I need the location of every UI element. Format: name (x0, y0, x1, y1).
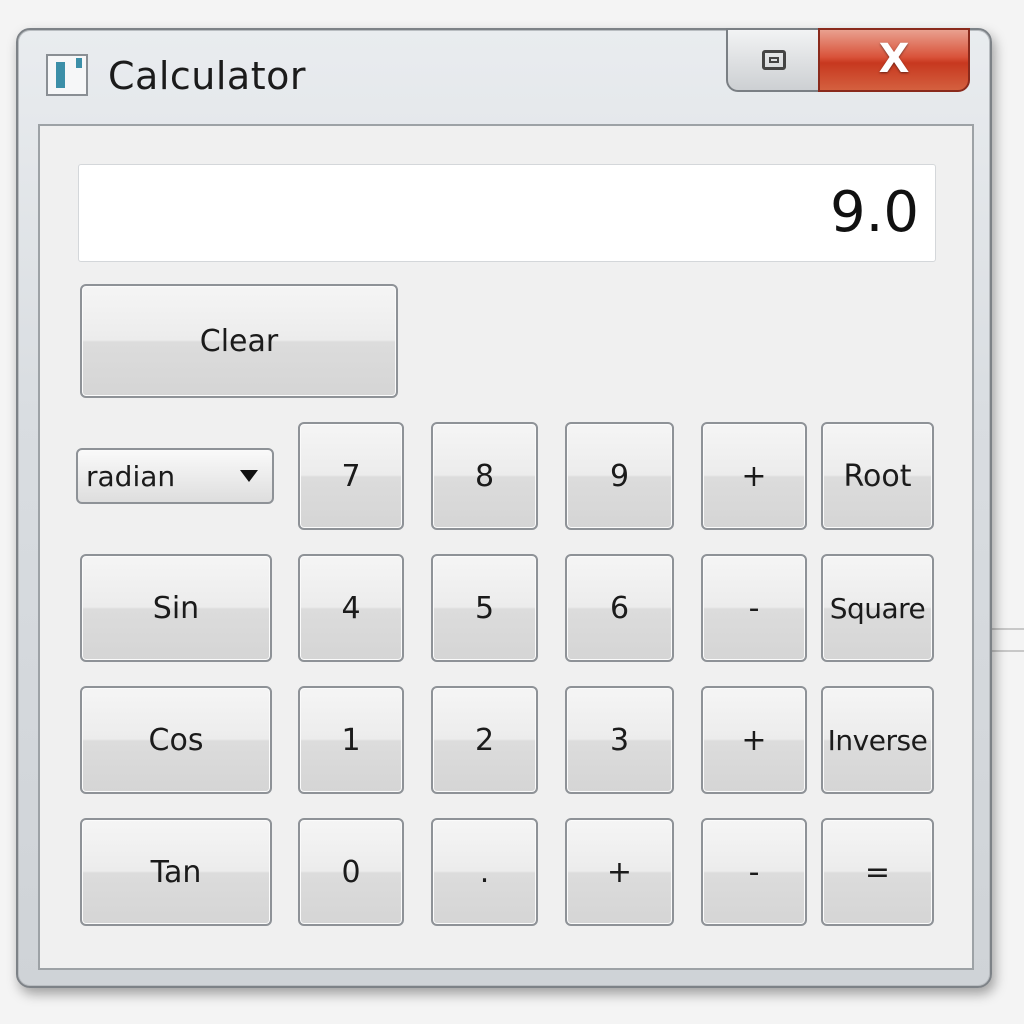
sin-button[interactable]: Sin (80, 554, 272, 662)
digit-2-button[interactable]: 2 (431, 686, 538, 794)
title-bar-controls: X (726, 28, 970, 94)
clear-button[interactable]: Clear (80, 284, 398, 398)
minus-button-2[interactable]: - (701, 818, 807, 926)
plus-button-3[interactable]: + (565, 818, 674, 926)
digit-5-button[interactable]: 5 (431, 554, 538, 662)
square-button[interactable]: Square (821, 554, 934, 662)
digit-7-button[interactable]: 7 (298, 422, 404, 530)
tan-button[interactable]: Tan (80, 818, 272, 926)
background-divider (990, 650, 1024, 652)
restore-button[interactable] (726, 28, 818, 92)
digit-0-button[interactable]: 0 (298, 818, 404, 926)
decimal-point-button[interactable]: . (431, 818, 538, 926)
plus-button-2[interactable]: + (701, 686, 807, 794)
plus-button[interactable]: + (701, 422, 807, 530)
digit-8-button[interactable]: 8 (431, 422, 538, 530)
chevron-down-icon (240, 470, 258, 482)
digit-3-button[interactable]: 3 (565, 686, 674, 794)
digit-6-button[interactable]: 6 (565, 554, 674, 662)
background-divider (990, 628, 1024, 630)
calculator-body: 9.0 Clear radian 7 8 9 + Root Sin 4 5 6 … (38, 124, 974, 970)
equals-button[interactable]: = (821, 818, 934, 926)
close-button[interactable]: X (818, 28, 970, 92)
minus-button[interactable]: - (701, 554, 807, 662)
angle-mode-dropdown[interactable]: radian (76, 448, 274, 504)
result-display[interactable]: 9.0 (78, 164, 936, 262)
angle-mode-value: radian (86, 460, 176, 493)
digit-4-button[interactable]: 4 (298, 554, 404, 662)
inverse-button[interactable]: Inverse (821, 686, 934, 794)
cos-button[interactable]: Cos (80, 686, 272, 794)
restore-icon (762, 50, 786, 70)
digit-1-button[interactable]: 1 (298, 686, 404, 794)
digit-9-button[interactable]: 9 (565, 422, 674, 530)
root-button[interactable]: Root (821, 422, 934, 530)
app-icon (46, 54, 88, 96)
calculator-window: Calculator X 9.0 Clear radian 7 8 9 + Ro… (16, 28, 992, 988)
window-title: Calculator (108, 54, 306, 98)
